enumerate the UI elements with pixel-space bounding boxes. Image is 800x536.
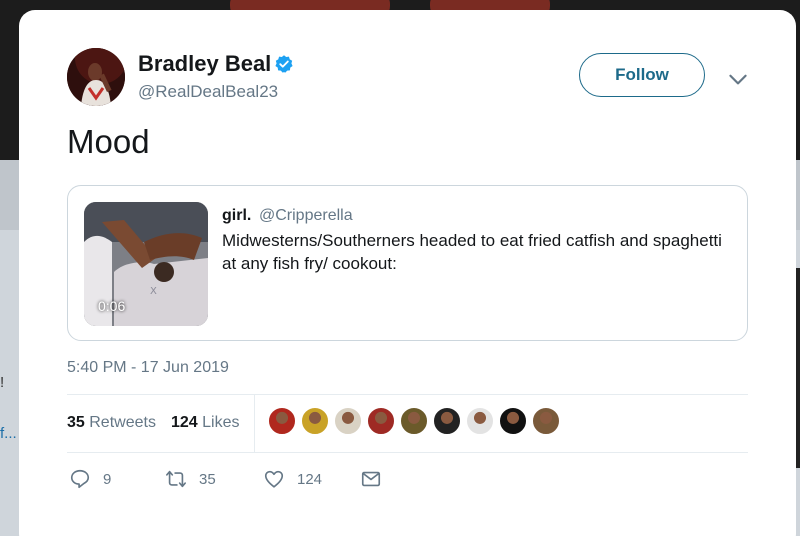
- like-button[interactable]: 124: [263, 468, 322, 490]
- avatar[interactable]: [67, 48, 125, 106]
- retweets-label: Retweets: [89, 414, 156, 431]
- like-count: 124: [297, 470, 323, 488]
- heart-icon: [264, 470, 284, 488]
- quoted-tweet-card[interactable]: X 0:06 girl. @Cripperella Midwesterns/So…: [67, 185, 748, 341]
- verified-badge-icon: [275, 55, 293, 73]
- reply-icon: [70, 469, 90, 489]
- retweet-button[interactable]: 35: [165, 468, 216, 490]
- video-thumbnail[interactable]: X 0:06: [84, 202, 208, 326]
- envelope-icon: [361, 471, 381, 487]
- engagement-stats: 35 Retweets 124 Likes: [67, 394, 748, 452]
- avatar-image: [67, 48, 125, 106]
- user-handle[interactable]: @RealDealBeal23: [138, 82, 278, 102]
- liker-avatar[interactable]: [433, 407, 461, 435]
- likes-count: 124: [171, 414, 198, 431]
- video-duration: 0:06: [98, 298, 126, 314]
- retweet-icon: [166, 470, 186, 488]
- reply-count: 9: [103, 470, 112, 488]
- quoted-display-name[interactable]: girl.: [222, 207, 251, 225]
- stat-divider: [254, 394, 255, 452]
- svg-text:X: X: [150, 286, 157, 297]
- tweet-text: Mood: [67, 123, 150, 160]
- chevron-down-icon[interactable]: [725, 66, 751, 92]
- liker-avatars: [268, 407, 560, 439]
- background-ghost-link[interactable]: f...: [0, 425, 17, 442]
- display-name[interactable]: Bradley Beal: [138, 51, 271, 77]
- likes-label: Likes: [202, 414, 240, 431]
- tweet-actions: 9 35 124: [67, 468, 467, 498]
- reply-button[interactable]: 9: [69, 468, 111, 490]
- liker-avatar[interactable]: [400, 407, 428, 435]
- liker-avatar[interactable]: [334, 407, 362, 435]
- background-ghost-text: !: [0, 374, 5, 391]
- retweets-stat[interactable]: 35 Retweets: [67, 414, 156, 432]
- liker-avatar[interactable]: [268, 407, 296, 435]
- follow-button[interactable]: Follow: [579, 53, 705, 97]
- tweet-modal: Bradley Beal @RealDealBeal23 Follow Mood…: [19, 10, 796, 536]
- liker-avatar[interactable]: [499, 407, 527, 435]
- divider: [67, 452, 748, 453]
- liker-avatar[interactable]: [367, 407, 395, 435]
- direct-message-button[interactable]: [360, 468, 382, 490]
- quoted-tweet-text: Midwesterns/Southerners headed to eat fr…: [222, 231, 722, 273]
- retweets-count: 35: [67, 414, 85, 431]
- likes-stat[interactable]: 124 Likes: [171, 414, 240, 432]
- liker-avatar[interactable]: [466, 407, 494, 435]
- quoted-user-handle[interactable]: @Cripperella: [259, 207, 353, 225]
- retweet-count: 35: [199, 470, 216, 488]
- liker-avatar[interactable]: [532, 407, 560, 435]
- tweet-timestamp[interactable]: 5:40 PM - 17 Jun 2019: [67, 359, 229, 377]
- liker-avatar[interactable]: [301, 407, 329, 435]
